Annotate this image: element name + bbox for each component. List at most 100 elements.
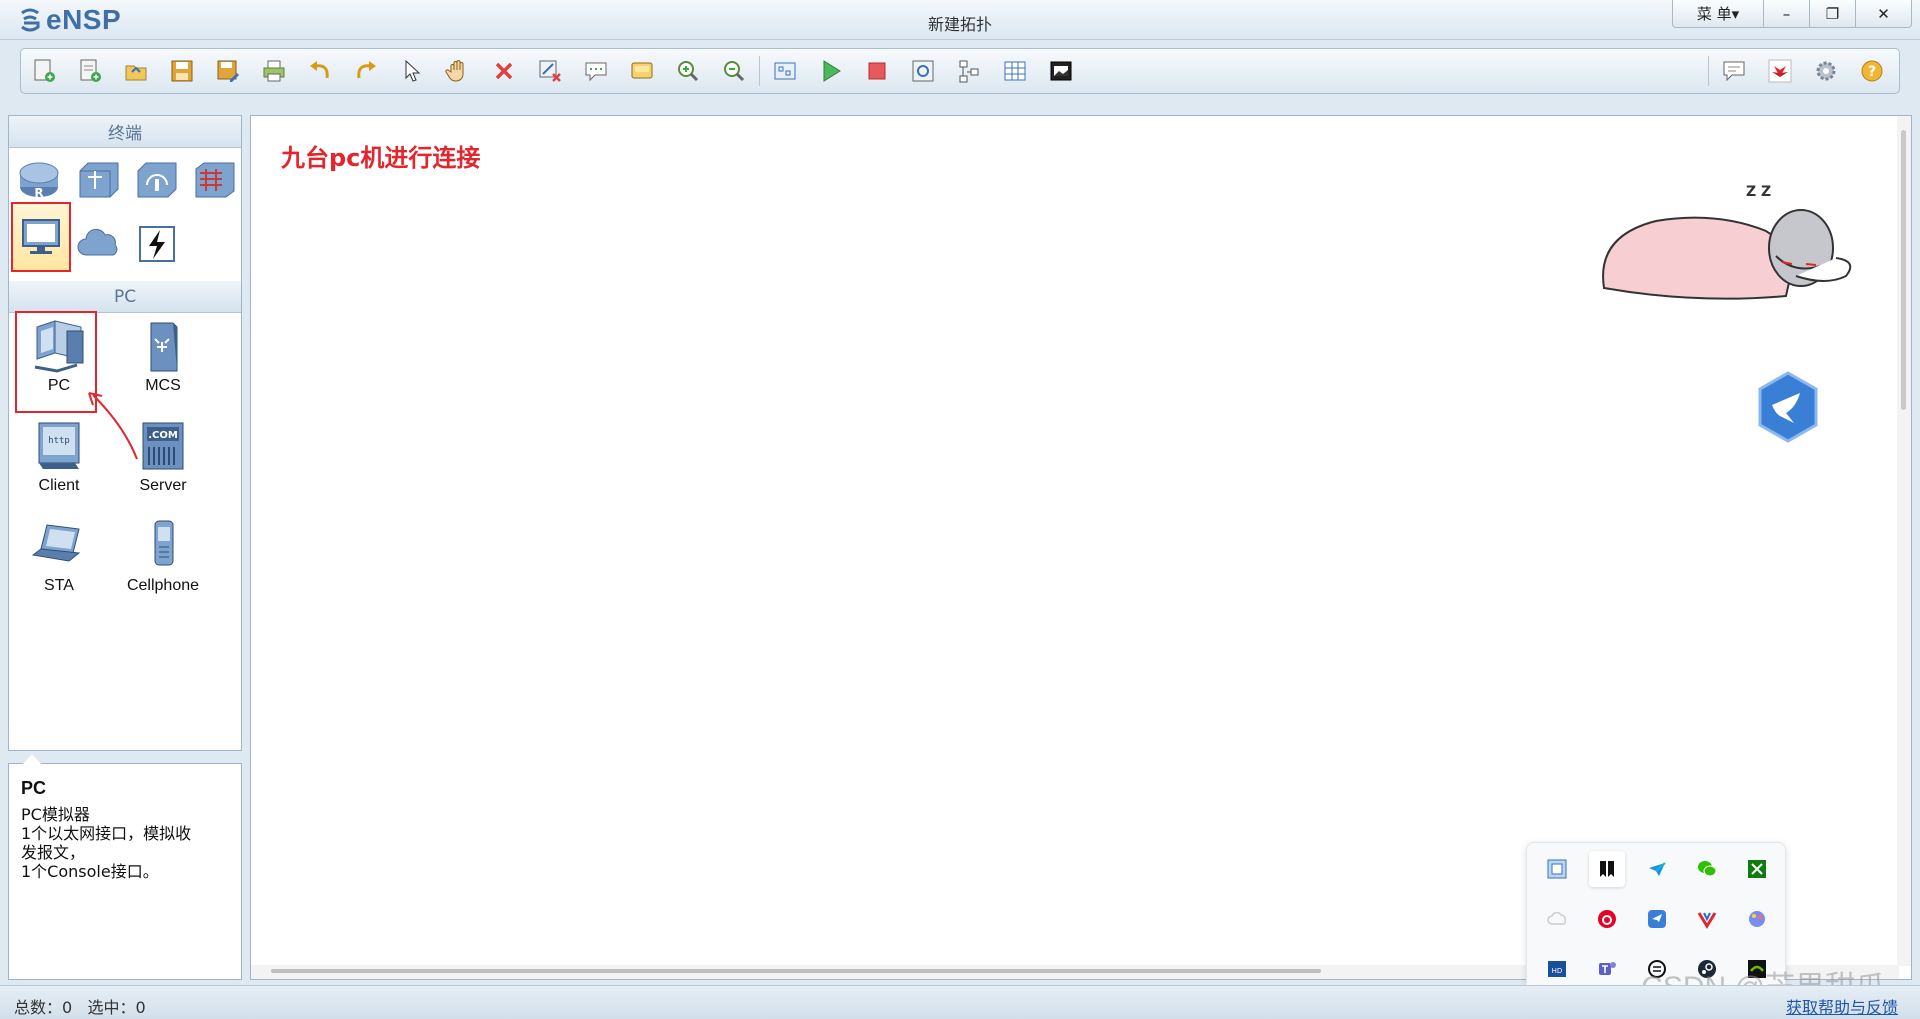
chat-button[interactable] [1711, 53, 1757, 89]
steam-icon [1698, 960, 1716, 978]
fit-button[interactable] [762, 53, 808, 89]
device-server[interactable]: .COM Server [113, 417, 213, 495]
zoom-out-icon [724, 61, 745, 82]
total-label: 总数： [14, 998, 63, 1017]
device-grid: PC MCS http Client .COM Server STA Cellp… [9, 311, 241, 753]
tray-nvidia[interactable] [1739, 951, 1775, 987]
redo-button[interactable] [343, 53, 389, 89]
tray-netease-music[interactable] [1589, 901, 1625, 937]
device-description: PC PC模拟器 1个以太网接口，模拟收 发报文， 1个Console接口。 [8, 754, 242, 980]
undo-button[interactable] [297, 53, 343, 89]
stop-device-button[interactable] [854, 53, 900, 89]
print-button[interactable] [251, 53, 297, 89]
delete-link-button[interactable] [527, 53, 573, 89]
category-connection[interactable] [131, 218, 183, 270]
print-icon [263, 60, 285, 82]
tray-xbox[interactable] [1739, 851, 1775, 887]
start-device-button[interactable] [808, 53, 854, 89]
tray-teams[interactable] [1589, 951, 1625, 987]
tray-chatgpt[interactable] [1639, 951, 1675, 987]
client-icon: http [38, 422, 80, 469]
firewall-icon [195, 162, 235, 198]
tray-wechat[interactable] [1689, 851, 1725, 887]
tray-bookmark-app[interactable] [1589, 851, 1625, 887]
zoom-out-button[interactable] [711, 53, 757, 89]
undo-icon [310, 61, 329, 79]
svg-text:R: R [34, 186, 43, 200]
device-label: PC [47, 377, 71, 394]
grid-button[interactable] [992, 53, 1038, 89]
open-icon [125, 65, 147, 81]
svg-text:HD: HD [1552, 967, 1563, 975]
category-switch[interactable] [73, 154, 125, 206]
app-name: eNSP [46, 4, 122, 35]
huawei-button[interactable] [1757, 53, 1803, 89]
capture-icon [912, 60, 934, 82]
help-button[interactable]: ? [1849, 53, 1895, 89]
restore-button[interactable]: ❐ [1810, 0, 1856, 28]
save-button[interactable] [159, 53, 205, 89]
save-icon [171, 60, 193, 82]
bookmark-app-icon [1600, 861, 1614, 877]
vertical-scroll-thumb[interactable] [1901, 130, 1906, 410]
tray-paint[interactable] [1739, 901, 1775, 937]
open-button[interactable] [113, 53, 159, 89]
category-router[interactable]: R [13, 154, 65, 206]
select-icon [405, 59, 421, 82]
category-cloud[interactable] [73, 218, 125, 270]
tray-feishu[interactable] [1639, 851, 1675, 887]
bird-app-floating-icon[interactable] [1756, 371, 1820, 443]
category-grid: R [9, 148, 241, 281]
screenshot-icon [1050, 61, 1072, 81]
capture-button[interactable] [900, 53, 946, 89]
description-line: 1个以太网接口，模拟收 [21, 824, 192, 843]
vpn-icon [1697, 912, 1717, 929]
new-example-button[interactable] [67, 53, 113, 89]
palette-button[interactable] [619, 53, 665, 89]
tray-steam[interactable] [1689, 951, 1725, 987]
description-title: PC [21, 778, 47, 798]
total-value: 0 [62, 998, 73, 1017]
device-mcs[interactable]: MCS [113, 317, 213, 395]
category-wlan[interactable] [131, 154, 183, 206]
minimize-button[interactable]: – [1764, 0, 1810, 28]
new-topology-button[interactable] [21, 53, 67, 89]
tray-hdmi-app[interactable]: HD [1539, 951, 1575, 987]
screenshot-button[interactable] [1038, 53, 1084, 89]
device-sta[interactable]: STA [9, 517, 109, 595]
help-feedback-link[interactable]: 获取帮助与反馈 [1786, 994, 1898, 1018]
menu-button[interactable]: 菜 单▾ [1672, 0, 1764, 28]
horizontal-scroll-thumb[interactable] [271, 969, 1321, 973]
device-cellphone[interactable]: Cellphone [113, 517, 213, 595]
zoom-in-button[interactable] [665, 53, 711, 89]
category-firewall[interactable] [189, 154, 241, 206]
device-label: Client [38, 477, 80, 494]
settings-button[interactable] [1803, 53, 1849, 89]
svg-text:http: http [48, 436, 70, 446]
chatgpt-icon [1648, 960, 1666, 978]
status-bar: 总数：0 选中：0 获取帮助与反馈 [0, 985, 1920, 1019]
add-text-button[interactable] [573, 53, 619, 89]
device-panel: 终端 R PC PC MCS http Client .COM Server S… [8, 115, 242, 980]
vertical-scrollbar[interactable] [1897, 116, 1911, 966]
feishu-icon [1649, 862, 1666, 876]
tray-app-grid[interactable] [1539, 851, 1575, 887]
device-pc[interactable]: PC [9, 317, 109, 395]
pan-button[interactable] [435, 53, 481, 89]
select-button[interactable] [389, 53, 435, 89]
router-icon: R [19, 162, 59, 200]
tray-cloud[interactable] [1539, 901, 1575, 937]
device-client[interactable]: http Client [9, 417, 109, 495]
pan-hand-icon [445, 60, 464, 82]
topology-button[interactable] [946, 53, 992, 89]
category-terminal[interactable] [11, 202, 71, 272]
close-button[interactable]: ✕ [1856, 0, 1912, 28]
delete-button[interactable] [481, 53, 527, 89]
server-icon: .COM [142, 422, 184, 470]
save-as-button[interactable] [205, 53, 251, 89]
description-line: 1个Console接口。 [21, 862, 159, 881]
bird-app-icon [1648, 910, 1666, 928]
app-grid-icon [1547, 859, 1567, 879]
tray-vpn[interactable] [1689, 901, 1725, 937]
tray-bird-app[interactable] [1639, 901, 1675, 937]
